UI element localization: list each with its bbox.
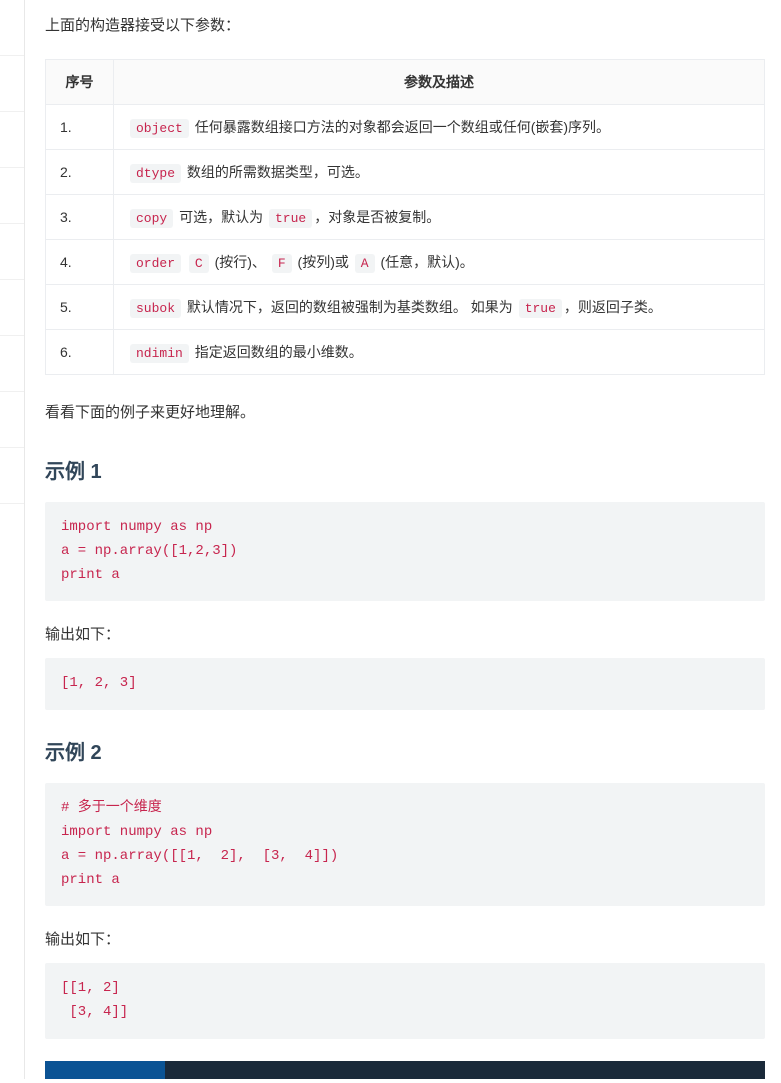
example-1-output-label: 输出如下： [45,623,765,644]
example-2-output-label: 输出如下： [45,928,765,949]
table-row: 3. copy 可选，默认为 true，对象是否被复制。 [46,194,765,239]
th-desc: 参数及描述 [114,59,765,104]
footer-segment [45,1061,165,1079]
example-2-output: [[1, 2] [3, 4]] [45,963,765,1039]
sidebar-item[interactable] [0,392,24,448]
intro-text: 上面的构造器接受以下参数： [45,12,765,41]
example-1-code: import numpy as np a = np.array([1,2,3])… [45,502,765,601]
cell-desc: subok 默认情况下，返回的数组被强制为基类数组。 如果为 true，则返回子… [114,284,765,329]
cell-seq: 5. [46,284,114,329]
cell-seq: 1. [46,104,114,149]
cell-seq: 3. [46,194,114,239]
text: (按行)、 [211,254,270,270]
text: ，则返回子类。 [564,299,662,315]
sidebar-item[interactable] [0,0,24,56]
cell-seq: 6. [46,329,114,374]
footer-bar [45,1061,765,1079]
sidebar-nav [0,0,25,1079]
text: (任意，默认)。 [377,254,474,270]
text: (按列)或 [294,254,353,270]
cell-seq: 4. [46,239,114,284]
cell-desc: dtype 数组的所需数据类型，可选。 [114,149,765,194]
th-seq: 序号 [46,59,114,104]
code-token: subok [130,299,181,318]
code-token: C [189,254,209,273]
table-row: 2. dtype 数组的所需数据类型，可选。 [46,149,765,194]
code-token: order [130,254,181,273]
sidebar-item[interactable] [0,336,24,392]
sidebar-item[interactable] [0,56,24,112]
code-token: true [519,299,562,318]
code-token: object [130,119,189,138]
sidebar-item[interactable] [0,224,24,280]
example-1-heading: 示例 1 [45,455,765,484]
table-row: 6. ndimin 指定返回数组的最小维数。 [46,329,765,374]
sidebar-item[interactable] [0,112,24,168]
example-2-code: # 多于一个维度 import numpy as np a = np.array… [45,783,765,906]
params-table: 序号 参数及描述 1. object 任何暴露数组接口方法的对象都会返回一个数组… [45,59,765,375]
text [183,254,187,270]
cell-desc: copy 可选，默认为 true，对象是否被复制。 [114,194,765,239]
cell-desc: object 任何暴露数组接口方法的对象都会返回一个数组或任何(嵌套)序列。 [114,104,765,149]
cell-desc: order C (按行)、 F (按列)或 A (任意，默认)。 [114,239,765,284]
code-token: ndimin [130,344,189,363]
code-token: true [269,209,312,228]
text: 默认情况下，返回的数组被强制为基类数组。 如果为 [183,299,517,315]
cell-desc: ndimin 指定返回数组的最小维数。 [114,329,765,374]
text: 指定返回数组的最小维数。 [191,344,363,360]
sidebar-item[interactable] [0,168,24,224]
example-1-output: [1, 2, 3] [45,658,765,710]
text: ，对象是否被复制。 [314,209,440,225]
code-token: A [355,254,375,273]
text: 任何暴露数组接口方法的对象都会返回一个数组或任何(嵌套)序列。 [191,119,610,135]
main-content: 上面的构造器接受以下参数： 序号 参数及描述 1. object 任何暴露数组接… [25,0,781,1079]
sidebar-item[interactable] [0,448,24,504]
table-row: 1. object 任何暴露数组接口方法的对象都会返回一个数组或任何(嵌套)序列… [46,104,765,149]
table-row: 5. subok 默认情况下，返回的数组被强制为基类数组。 如果为 true，则… [46,284,765,329]
after-table-text: 看看下面的例子来更好地理解。 [45,399,765,428]
code-token: dtype [130,164,181,183]
sidebar-item[interactable] [0,280,24,336]
cell-seq: 2. [46,149,114,194]
code-token: F [272,254,292,273]
code-token: copy [130,209,173,228]
text: 可选，默认为 [175,209,267,225]
text: 数组的所需数据类型，可选。 [183,164,369,180]
example-2-heading: 示例 2 [45,736,765,765]
table-row: 4. order C (按行)、 F (按列)或 A (任意，默认)。 [46,239,765,284]
